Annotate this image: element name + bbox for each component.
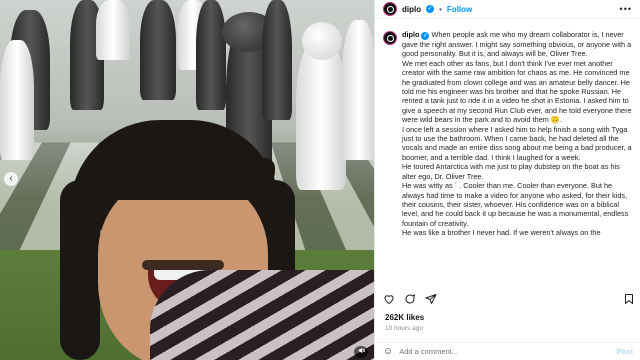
comment-input[interactable] [399, 347, 611, 356]
chess-piece [302, 22, 342, 60]
chess-piece [296, 40, 346, 190]
separator-dot: • [439, 4, 442, 14]
bookmark-icon[interactable] [623, 293, 635, 305]
caption-paragraph: He toured Antarctica with me just to pla… [402, 162, 620, 181]
post-timestamp[interactable]: 10 hours ago [385, 325, 423, 332]
caption-paragraph: I once left a session where I asked him … [402, 124, 632, 162]
likes-count[interactable]: 262K likes [385, 313, 424, 322]
more-options-icon[interactable]: ••• [620, 4, 632, 14]
caption: diplo ✓ When people ask me who my dream … [383, 30, 635, 288]
striped-shirt [150, 270, 374, 360]
chess-piece [0, 40, 34, 160]
caption-paragraph: When people ask me who my dream collabor… [402, 30, 632, 59]
caption-paragraph: He was witty as ´ . Cooler than me. Cool… [402, 181, 629, 228]
caption-avatar[interactable] [383, 31, 397, 45]
header-username[interactable]: diplo [402, 5, 421, 14]
verified-badge-icon: ✓ [421, 32, 430, 40]
avatar[interactable] [383, 2, 397, 16]
post-comment-button[interactable]: Post [617, 347, 633, 356]
share-icon[interactable] [425, 293, 437, 305]
chess-piece [140, 0, 176, 100]
chess-piece [342, 20, 374, 160]
caption-username[interactable]: diplo [402, 30, 419, 39]
caption-paragraph: He was like a brother I never had. If we… [402, 228, 601, 238]
previous-arrow-icon[interactable]: ‹ [4, 172, 18, 186]
chess-piece [262, 0, 292, 120]
caption-text: diplo ✓ When people ask me who my dream … [402, 30, 635, 288]
chess-piece [196, 0, 226, 110]
action-bar [383, 292, 635, 306]
caption-paragraph: We met each other as fans, but I don't t… [402, 58, 632, 125]
heart-icon[interactable] [383, 293, 395, 305]
verified-badge-icon: ✓ [426, 5, 435, 13]
mute-icon[interactable] [354, 346, 368, 358]
post-media[interactable]: ‹ [0, 0, 374, 360]
post-header: diplo ✓ • Follow ••• [375, 0, 640, 19]
post-side-panel: diplo ✓ • Follow ••• diplo ✓ When people… [374, 0, 640, 360]
emoji-icon[interactable]: ☺ [383, 346, 393, 357]
comment-bar: ☺ Post [375, 342, 640, 360]
follow-button[interactable]: Follow [447, 5, 472, 14]
comment-icon[interactable] [404, 293, 416, 305]
chess-piece [96, 0, 130, 60]
